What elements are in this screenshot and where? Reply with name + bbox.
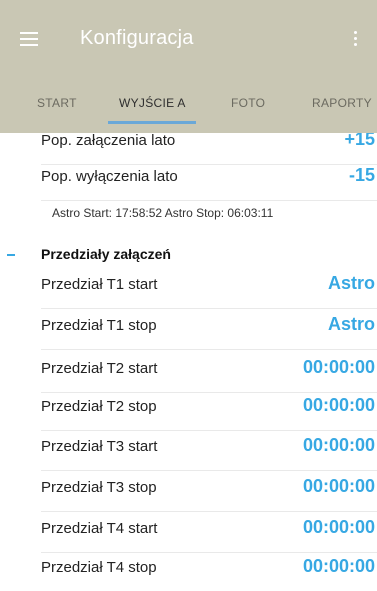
setting-value: 00:00:00	[302, 517, 375, 537]
setting-label: Przedział T1 start	[41, 276, 158, 293]
astro-times-info: Astro Start: 17:58:52 Astro Stop: 06:03:…	[52, 206, 274, 220]
setting-value: 00:00:00	[302, 357, 375, 377]
setting-value: 00:00:00	[302, 395, 375, 415]
setting-row-t2-stop[interactable]: Przedział T2 stop 00:00:00	[41, 386, 377, 431]
setting-value: Astro	[327, 273, 375, 293]
tab-start[interactable]: START	[37, 96, 77, 110]
setting-label: Pop. załączenia lato	[41, 132, 176, 149]
more-vertical-icon[interactable]	[354, 31, 358, 49]
collapse-dash-icon[interactable]	[7, 254, 15, 256]
setting-label: Przedział T4 start	[41, 520, 158, 537]
page-title: Konfiguracja	[80, 27, 194, 49]
setting-label: Przedział T2 start	[41, 360, 158, 377]
setting-row-t1-stop[interactable]: Przedział T1 stop Astro	[41, 305, 377, 350]
section-header-intervals[interactable]: Przedziały załączeń	[41, 246, 171, 262]
setting-label: Przedział T2 stop	[41, 398, 157, 415]
setting-label: Przedział T3 start	[41, 438, 158, 455]
setting-row-summer-off-offset[interactable]: Pop. wyłączenia lato -15	[41, 156, 377, 201]
tab-reports[interactable]: RAPORTY	[312, 96, 372, 110]
setting-value: 00:00:00	[302, 476, 375, 496]
hamburger-menu-icon[interactable]	[20, 32, 38, 46]
tab-output-a[interactable]: WYJŚCIE A	[119, 96, 186, 110]
active-tab-indicator	[108, 121, 196, 124]
setting-value: 00:00:00	[302, 435, 375, 455]
setting-label: Pop. wyłączenia lato	[41, 168, 178, 185]
setting-value: -15	[348, 165, 375, 185]
setting-label: Przedział T1 stop	[41, 317, 157, 334]
setting-value: Astro	[327, 314, 375, 334]
setting-label: Przedział T3 stop	[41, 479, 157, 496]
app-bar: Konfiguracja START WYJŚCIE A FOTO RAPORT…	[0, 0, 377, 133]
setting-label: Przedział T4 stop	[41, 559, 157, 576]
setting-row-t4-stop[interactable]: Przedział T4 stop 00:00:00	[41, 547, 377, 591]
tab-photo[interactable]: FOTO	[231, 96, 265, 110]
setting-row-t1-start[interactable]: Przedział T1 start Astro	[41, 264, 377, 309]
setting-row-t3-stop[interactable]: Przedział T3 stop 00:00:00	[41, 467, 377, 512]
setting-value: 00:00:00	[302, 556, 375, 576]
setting-row-t3-start[interactable]: Przedział T3 start 00:00:00	[41, 426, 377, 471]
